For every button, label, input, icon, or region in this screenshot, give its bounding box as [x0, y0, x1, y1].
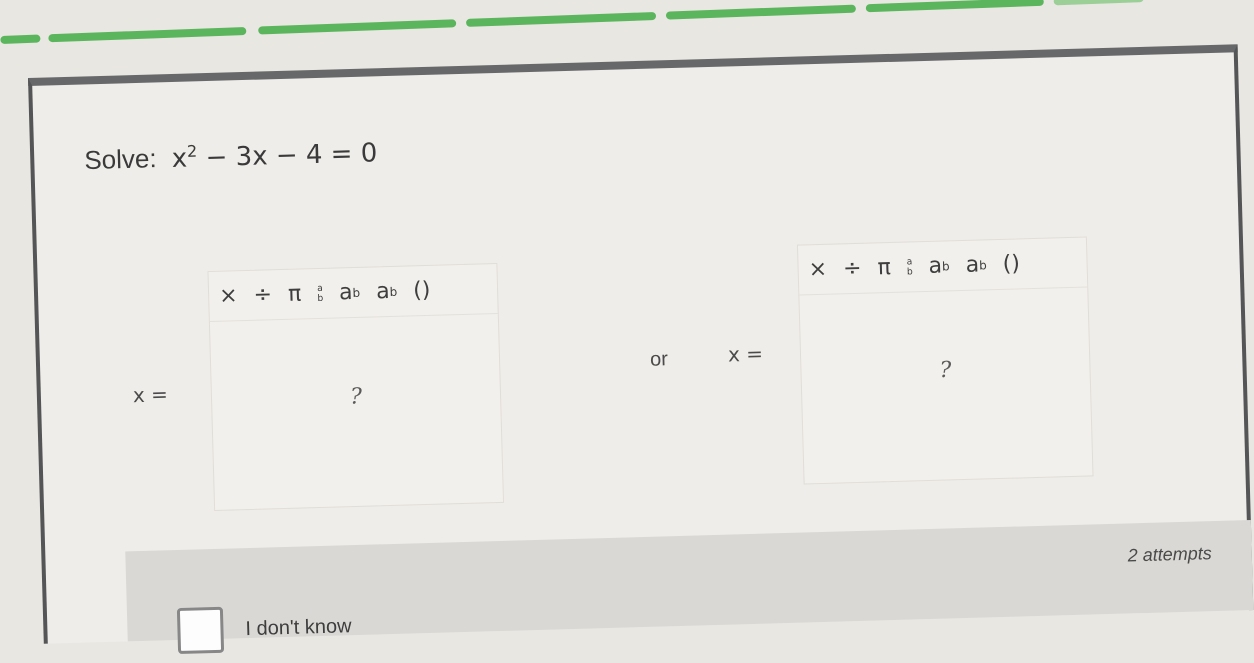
answer-1-label: x = — [132, 382, 169, 408]
pi-icon[interactable]: π — [288, 281, 302, 306]
fraction-denominator: b — [317, 292, 324, 304]
multiply-icon[interactable]: × — [219, 283, 238, 309]
subscript-icon[interactable]: ab — [965, 252, 987, 278]
fraction-icon[interactable]: a b — [317, 282, 324, 304]
divide-icon[interactable]: ÷ — [253, 282, 272, 308]
fraction-denominator: b — [906, 265, 913, 278]
equation-remainder: − 3x − 4 = 0 — [205, 137, 378, 173]
answer-2-input[interactable]: ? — [939, 358, 951, 383]
superscript-base: a — [338, 280, 353, 306]
equation-variable: x — [171, 143, 188, 174]
progress-segment — [0, 34, 41, 44]
superscript-icon[interactable]: ab — [928, 253, 950, 279]
math-toolbar-2: × ÷ π a b ab ab () — [797, 237, 1088, 296]
question-card: Solve: x2 − 3x − 4 = 0 x = × ÷ π a b ab … — [28, 44, 1254, 655]
dont-know-checkbox[interactable] — [176, 606, 225, 655]
progress-segment — [465, 11, 657, 27]
dont-know-label[interactable]: I don't know — [245, 615, 352, 641]
parentheses-icon[interactable]: () — [413, 278, 431, 303]
superscript-exponent: b — [352, 285, 361, 300]
progress-segment — [665, 4, 857, 20]
or-text: or — [649, 348, 669, 371]
math-toolbar-1: × ÷ π a b ab ab () — [208, 263, 498, 323]
question-prefix: Solve: — [83, 143, 157, 176]
superscript-icon[interactable]: ab — [338, 280, 361, 306]
progress-segment — [865, 0, 1044, 13]
answer-2-label: x = — [727, 341, 764, 367]
multiply-icon[interactable]: × — [808, 257, 827, 283]
question-text: Solve: x2 − 3x − 4 = 0 — [84, 136, 378, 176]
equation-exponent: 2 — [186, 141, 198, 161]
equation: x2 − 3x − 4 = 0 — [171, 138, 377, 174]
progress-segment — [1053, 0, 1144, 6]
subscript-base: a — [375, 278, 390, 305]
progress-segment — [258, 19, 457, 35]
answer-1-box[interactable]: × ÷ π a b ab ab () ? — [207, 262, 505, 511]
answer-1-input[interactable]: ? — [350, 384, 362, 409]
fraction-icon[interactable]: a b — [906, 256, 913, 278]
parentheses-icon[interactable]: () — [1002, 251, 1020, 276]
divide-icon[interactable]: ÷ — [843, 256, 862, 282]
subscript-icon[interactable]: ab — [375, 278, 398, 305]
superscript-exponent: b — [941, 258, 950, 274]
dont-know-option[interactable]: I don't know — [176, 603, 352, 655]
pi-icon[interactable]: π — [877, 255, 891, 280]
subscript-index: b — [978, 257, 987, 273]
footer-panel: 2 attempts I don't know — [125, 520, 1254, 655]
progress-segment — [48, 26, 247, 43]
attempts-count: 2 attempts — [1127, 543, 1213, 566]
subscript-index: b — [389, 284, 398, 299]
superscript-base: a — [928, 253, 943, 279]
subscript-base: a — [965, 252, 980, 278]
answer-2-box[interactable]: × ÷ π a b ab ab () ? — [796, 236, 1094, 485]
